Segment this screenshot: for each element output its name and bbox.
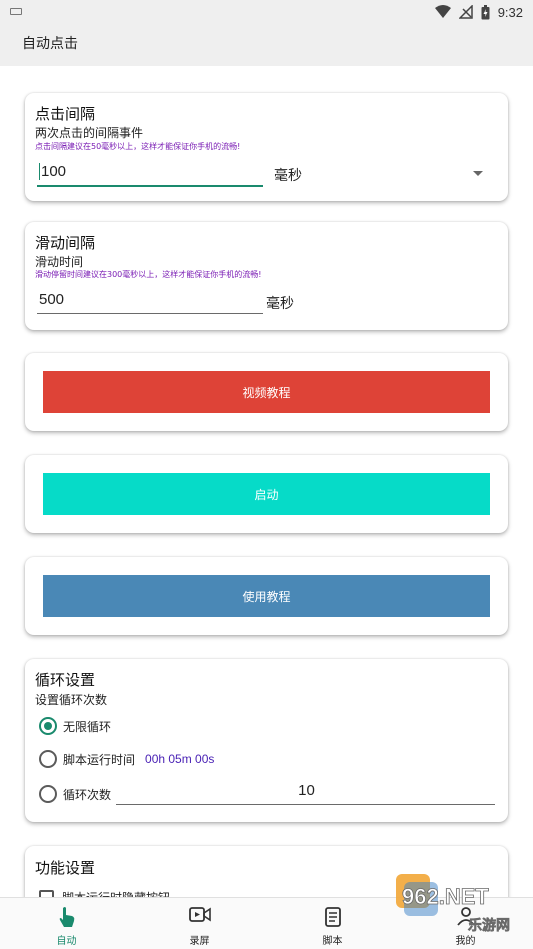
wifi-icon bbox=[434, 5, 451, 18]
script-scroll-icon bbox=[324, 907, 341, 927]
function-settings-title: 功能设置 bbox=[35, 859, 96, 877]
click-interval-unit: 毫秒 bbox=[274, 168, 302, 184]
clock-time: 9:32 bbox=[497, 4, 523, 20]
click-interval-input[interactable]: 100 bbox=[37, 163, 263, 187]
loop-option-label: 无限循环 bbox=[63, 719, 112, 734]
usage-tutorial-button[interactable]: 使用教程 bbox=[43, 575, 490, 617]
video-tutorial-card: 视频教程 bbox=[25, 353, 508, 431]
nav-label: 录屏 bbox=[189, 936, 210, 947]
run-time-duration[interactable]: 00h 05m 00s bbox=[145, 752, 214, 766]
swipe-interval-input[interactable]: 500 bbox=[37, 291, 263, 314]
click-interval-title: 点击间隔 bbox=[35, 105, 96, 123]
watermark-text-bottom: 乐游网 bbox=[468, 917, 510, 934]
loop-option-count[interactable]: 循环次数 bbox=[39, 782, 111, 806]
nav-item-script[interactable]: 脚本 bbox=[266, 898, 399, 949]
loop-option-label: 脚本运行时间 bbox=[63, 752, 136, 767]
video-tutorial-button[interactable]: 视频教程 bbox=[43, 371, 490, 413]
loop-option-infinite[interactable]: 无限循环 bbox=[39, 714, 111, 738]
status-icons: 9:32 bbox=[434, 2, 523, 22]
swipe-interval-title: 滑动间隔 bbox=[35, 234, 96, 252]
screen-record-icon bbox=[188, 907, 211, 922]
click-interval-hint: 点击间隔建议在50毫秒以上，这样才能保证你手机的流畅! bbox=[35, 142, 241, 151]
loop-settings-card: 循环设置 设置循环次数 无限循环 脚本运行时间 00h 05m 00s 循环次数… bbox=[25, 659, 508, 822]
radio-selected-icon bbox=[39, 717, 57, 735]
status-bar: 9:32 bbox=[0, 0, 533, 24]
battery-charging-icon bbox=[481, 4, 490, 19]
hand-tap-icon bbox=[59, 907, 74, 927]
loop-count-input[interactable]: 10 bbox=[116, 782, 495, 805]
dropdown-arrow-icon bbox=[473, 171, 483, 176]
usage-tutorial-card: 使用教程 bbox=[25, 557, 508, 635]
loop-settings-subtitle: 设置循环次数 bbox=[35, 693, 108, 707]
loop-option-run-time[interactable]: 脚本运行时间 00h 05m 00s bbox=[39, 747, 214, 771]
swipe-interval-card: 滑动间隔 滑动时间 滑动停留时间建议在300毫秒以上，这样才能保证你手机的流畅!… bbox=[25, 222, 508, 330]
click-interval-subtitle: 两次点击的间隔事件 bbox=[35, 126, 144, 140]
no-signal-icon bbox=[458, 5, 473, 19]
click-interval-value: 100 bbox=[39, 163, 67, 180]
swipe-interval-subtitle: 滑动时间 bbox=[35, 255, 84, 269]
app-title: 自动点击 bbox=[22, 36, 78, 52]
radio-unselected-icon bbox=[39, 785, 57, 803]
watermark-logo: 962.NET 乐游网 bbox=[396, 874, 510, 934]
nav-item-auto[interactable]: 自动 bbox=[0, 898, 133, 949]
nav-item-record[interactable]: 录屏 bbox=[133, 898, 266, 949]
swipe-interval-unit: 毫秒 bbox=[266, 296, 294, 312]
click-interval-card: 点击间隔 两次点击的间隔事件 点击间隔建议在50毫秒以上，这样才能保证你手机的流… bbox=[25, 93, 508, 201]
start-button[interactable]: 启动 bbox=[43, 473, 490, 515]
nav-label: 脚本 bbox=[322, 936, 343, 947]
start-card: 启动 bbox=[25, 455, 508, 533]
swipe-interval-value: 500 bbox=[39, 291, 65, 308]
nav-label: 自动 bbox=[56, 936, 77, 947]
loop-count-value: 10 bbox=[298, 782, 315, 799]
loop-settings-title: 循环设置 bbox=[35, 671, 96, 689]
unit-dropdown[interactable] bbox=[465, 163, 491, 185]
keyboard-icon bbox=[10, 8, 22, 15]
app-bar: 自动点击 bbox=[0, 24, 533, 66]
radio-unselected-icon bbox=[39, 750, 57, 768]
loop-option-label: 循环次数 bbox=[63, 787, 112, 802]
swipe-interval-hint: 滑动停留时间建议在300毫秒以上，这样才能保证你手机的流畅! bbox=[35, 270, 262, 279]
watermark-text-top: 962.NET bbox=[402, 884, 489, 909]
